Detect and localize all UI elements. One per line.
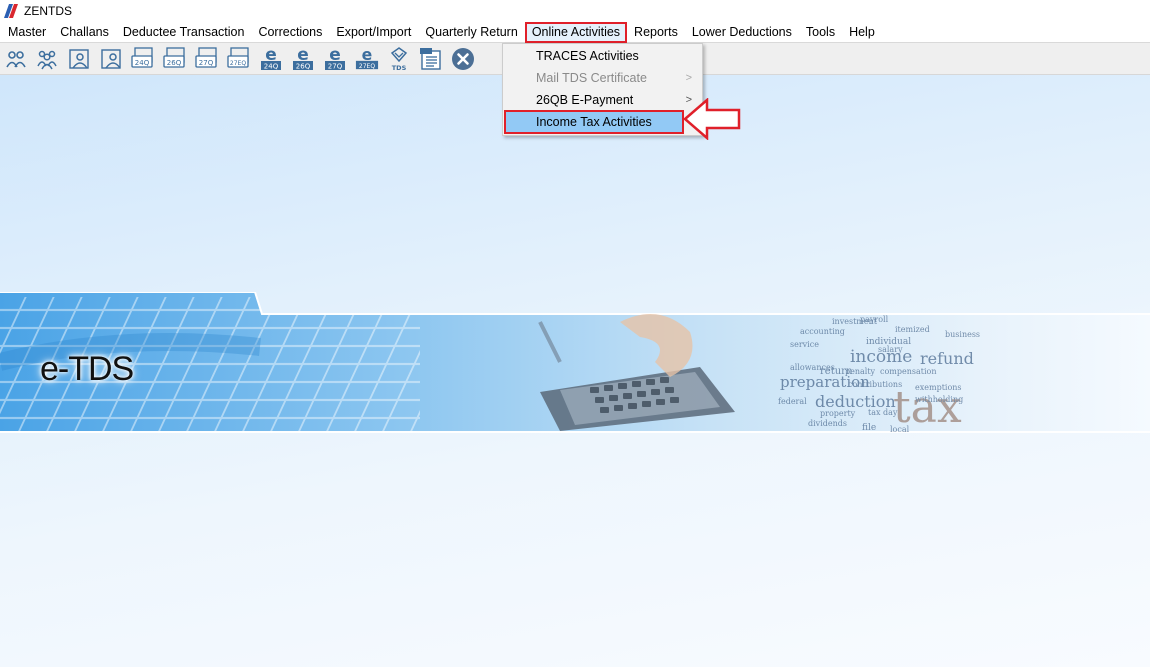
annotation-arrow-icon — [683, 98, 741, 140]
word-cloud-term: withholding — [915, 395, 963, 404]
form-26q-icon[interactable]: 26Q — [163, 47, 187, 71]
word-cloud-term: exemptions — [915, 383, 962, 392]
form-26q-label: 26Q — [167, 59, 182, 67]
e-27q-label: 27Q — [328, 63, 343, 71]
menu-corrections[interactable]: Corrections — [251, 22, 329, 43]
e-26q-label: 26Q — [296, 63, 311, 71]
menu-master[interactable]: Master — [1, 22, 53, 43]
menu-deductee-transaction[interactable]: Deductee Transaction — [116, 22, 252, 43]
form-27q-label: 27Q — [199, 59, 214, 67]
menu-item-label: Mail TDS Certificate — [536, 71, 647, 85]
menu-item-label: TRACES Activities — [536, 49, 639, 63]
word-cloud-term: federal — [778, 397, 807, 406]
e-24q-label: 24Q — [264, 63, 279, 71]
menu-reports[interactable]: Reports — [627, 22, 685, 43]
word-cloud-term: itemized — [895, 325, 930, 334]
word-cloud-term: refund — [920, 349, 974, 368]
pdf-export-icon[interactable] — [419, 47, 443, 71]
word-cloud-term: service — [790, 340, 819, 349]
form-27eq-label: 27EQ — [230, 60, 246, 67]
word-cloud-term: compensation — [880, 367, 937, 376]
menu-item-income-tax-activities[interactable]: Income Tax Activities — [504, 110, 684, 134]
banner-label: e-TDS — [40, 350, 134, 388]
banner-artwork: payroll investment accounting itemized i… — [0, 291, 1150, 434]
word-cloud-term: contributions — [848, 380, 902, 389]
word-cloud-term: individual — [866, 337, 911, 347]
word-cloud-term: local — [890, 425, 910, 433]
word-cloud-term: accounting — [800, 327, 845, 336]
menu-item-mail-tds-certificate[interactable]: Mail TDS Certificate > — [503, 67, 702, 89]
menu-quarterly-return[interactable]: Quarterly Return — [418, 22, 524, 43]
exit-icon[interactable] — [451, 47, 475, 71]
app-title: ZENTDS — [24, 4, 72, 18]
menu-help[interactable]: Help — [842, 22, 882, 43]
menu-tools[interactable]: Tools — [799, 22, 842, 43]
deductor-user-icon[interactable] — [67, 47, 91, 71]
title-bar: ZENTDS — [0, 0, 1150, 22]
submenu-arrow-icon: > — [685, 72, 692, 84]
menu-item-label: Income Tax Activities — [536, 115, 652, 129]
e-26q-icon[interactable]: e 26Q — [291, 46, 315, 71]
word-cloud-term: tax day — [868, 408, 898, 417]
deductees-icon[interactable] — [35, 47, 59, 71]
word-cloud-term: penalty — [845, 367, 876, 376]
word-cloud-term: allowances — [790, 363, 835, 372]
e-27eq-label: 27EQ — [359, 63, 375, 70]
form-24q-label: 24Q — [135, 59, 150, 67]
menu-export-import[interactable]: Export/Import — [329, 22, 418, 43]
menu-challans[interactable]: Challans — [53, 22, 116, 43]
e-27q-icon[interactable]: e 27Q — [323, 46, 347, 71]
desktop-area: payroll investment accounting itemized i… — [0, 75, 1150, 667]
word-cloud-term: business — [945, 330, 980, 339]
form-27eq-icon[interactable]: 27EQ — [227, 47, 251, 71]
word-cloud-term: investment — [832, 317, 878, 326]
form-27q-icon[interactable]: 27Q — [195, 47, 219, 71]
app-logo-icon — [4, 4, 18, 18]
tds-label: TDS — [392, 64, 407, 72]
deductee-user-icon[interactable] — [99, 47, 123, 71]
menu-item-26qb-e-payment[interactable]: 26QB E-Payment > — [503, 89, 702, 111]
word-cloud-term: file — [862, 423, 876, 433]
etds-banner: payroll investment accounting itemized i… — [0, 291, 1150, 434]
word-cloud-term: property — [820, 409, 856, 418]
e-27eq-icon[interactable]: e 27EQ — [355, 46, 379, 71]
e-24q-icon[interactable]: e 24Q — [259, 46, 283, 71]
tds-icon[interactable]: TDS — [387, 47, 411, 72]
deductor-icon[interactable] — [4, 47, 28, 71]
menu-item-label: 26QB E-Payment — [536, 93, 634, 107]
online-activities-dropdown: TRACES Activities Mail TDS Certificate >… — [502, 43, 703, 136]
menu-online-activities[interactable]: Online Activities — [524, 21, 628, 43]
word-cloud-term: dividends — [808, 419, 847, 428]
form-24q-icon[interactable]: 24Q — [131, 47, 155, 71]
menu-item-traces-activities[interactable]: TRACES Activities — [503, 45, 702, 67]
menu-lower-deductions[interactable]: Lower Deductions — [685, 22, 799, 43]
menu-bar: Master Challans Deductee Transaction Cor… — [0, 21, 1150, 43]
